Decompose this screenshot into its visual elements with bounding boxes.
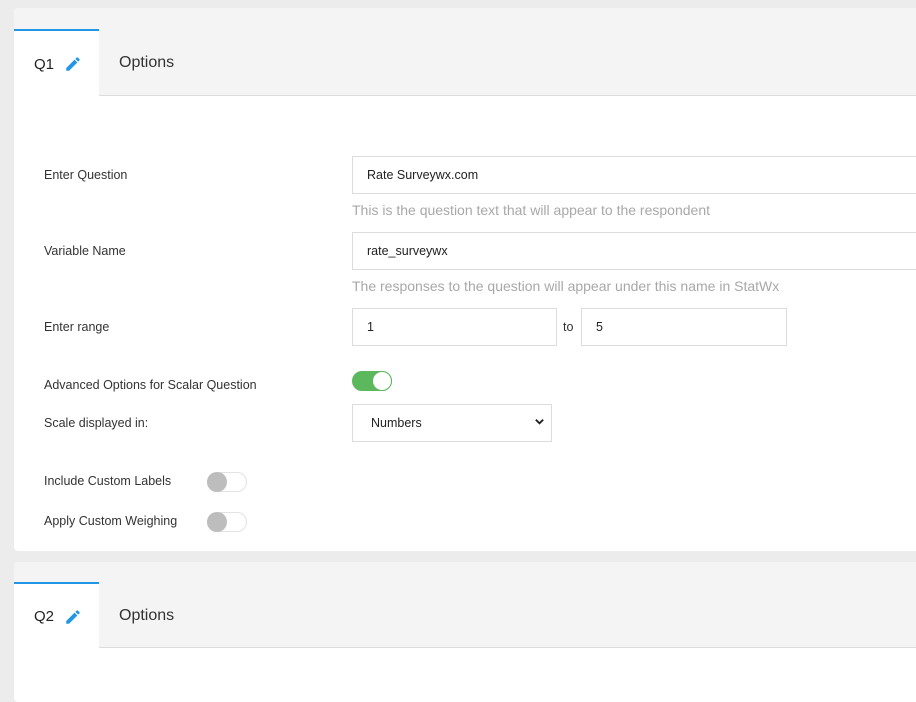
variable-name-label: Variable Name bbox=[44, 244, 126, 258]
scale-displayed-value: Numbers bbox=[371, 416, 422, 430]
apply-custom-weighing-toggle[interactable] bbox=[207, 512, 247, 532]
tab-question-label: Q2 bbox=[34, 608, 55, 625]
range-to-input[interactable] bbox=[581, 308, 787, 346]
scale-displayed-select[interactable]: Numbers bbox=[352, 404, 552, 442]
question-text-input[interactable] bbox=[352, 156, 916, 194]
scale-displayed-label: Scale displayed in: bbox=[44, 416, 149, 430]
tab-options[interactable]: Options bbox=[119, 582, 174, 649]
include-custom-labels-toggle[interactable] bbox=[207, 472, 247, 492]
tab-question-label: Q1 bbox=[34, 55, 55, 73]
question-card-q1: Q1 Options Enter Question This is the qu… bbox=[14, 8, 916, 551]
include-custom-labels-label: Include Custom Labels bbox=[44, 474, 172, 488]
advanced-options-toggle[interactable] bbox=[352, 371, 392, 391]
toggle-knob bbox=[372, 371, 392, 391]
question-tabbar: Q2 Options bbox=[14, 562, 916, 649]
tab-options[interactable]: Options bbox=[119, 29, 174, 96]
pencil-edit-icon[interactable] bbox=[64, 608, 82, 626]
range-from-input[interactable] bbox=[352, 308, 557, 346]
tab-question-q2[interactable]: Q2 bbox=[14, 582, 99, 649]
range-to-label: to bbox=[563, 320, 574, 334]
advanced-options-label: Advanced Options for Scalar Question bbox=[44, 378, 257, 392]
question-text-help: This is the question text that will appe… bbox=[352, 202, 710, 218]
enter-range-label: Enter range bbox=[44, 320, 110, 334]
variable-name-input[interactable] bbox=[352, 232, 916, 270]
toggle-knob bbox=[207, 512, 227, 532]
tab-question-q1[interactable]: Q1 bbox=[14, 29, 99, 97]
chevron-down-icon bbox=[534, 416, 545, 430]
question-tabbar: Q1 Options bbox=[14, 8, 916, 97]
tab-options-label: Options bbox=[119, 606, 175, 624]
tab-options-label: Options bbox=[119, 53, 175, 71]
variable-name-help: The responses to the question will appea… bbox=[352, 278, 780, 294]
pencil-edit-icon[interactable] bbox=[64, 55, 82, 73]
enter-question-label: Enter Question bbox=[44, 168, 128, 182]
apply-custom-weighing-label: Apply Custom Weighing bbox=[44, 514, 178, 528]
toggle-knob bbox=[207, 472, 227, 492]
question-card-q2: Q2 Options bbox=[14, 562, 916, 702]
